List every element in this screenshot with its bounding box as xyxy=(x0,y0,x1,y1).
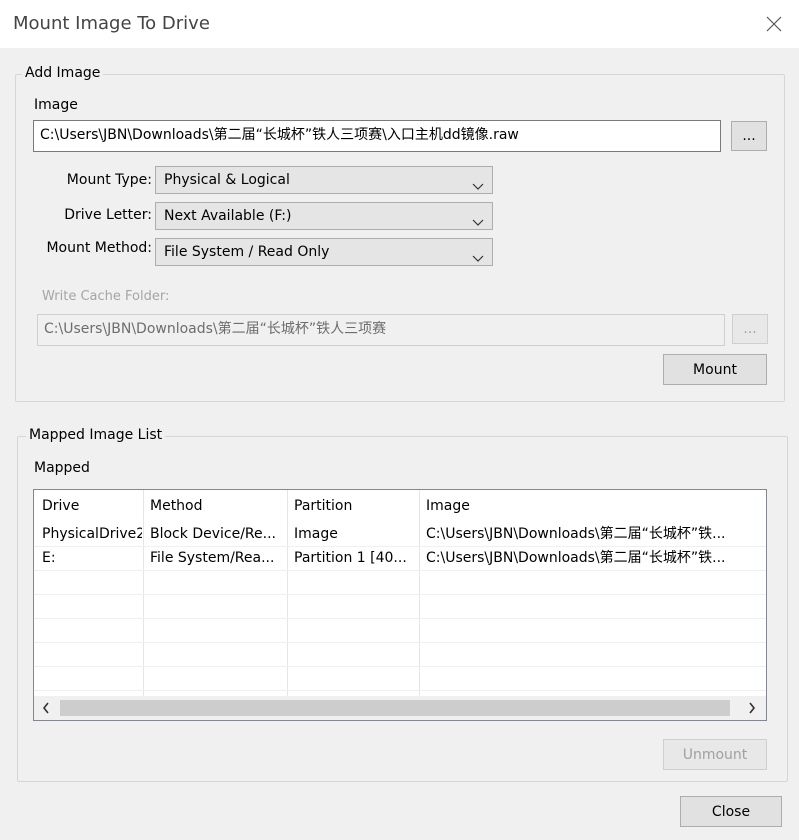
cell-method: Block Device/Re... xyxy=(150,526,276,542)
mount-type-label: Mount Type: xyxy=(66,172,152,188)
window-title: Mount Image To Drive xyxy=(13,13,210,34)
horizontal-scrollbar[interactable] xyxy=(34,696,766,720)
mount-button[interactable]: Mount xyxy=(663,354,767,385)
window-close-icon[interactable] xyxy=(763,13,785,35)
table-row[interactable]: PhysicalDrive2 Block Device/Re... Image … xyxy=(34,522,766,547)
unmount-button[interactable]: Unmount xyxy=(663,739,767,770)
image-label: Image xyxy=(34,97,78,113)
mount-type-select[interactable]: Physical & Logical xyxy=(155,166,493,194)
image-browse-button[interactable]: ... xyxy=(731,121,767,151)
write-cache-label: Write Cache Folder: xyxy=(42,289,170,304)
chevron-down-icon xyxy=(472,211,484,237)
add-image-group-label: Add Image xyxy=(22,65,104,81)
cell-partition: Partition 1 [40... xyxy=(294,550,407,566)
scroll-right-icon[interactable] xyxy=(748,702,756,718)
column-header-partition[interactable]: Partition xyxy=(286,494,418,518)
mount-method-value: File System / Read Only xyxy=(164,244,330,260)
empty-row xyxy=(34,594,766,619)
cell-drive: E: xyxy=(42,550,56,566)
mapped-group-label: Mapped Image List xyxy=(26,427,166,443)
mapped-list-view[interactable]: Drive Method Partition Image PhysicalDri… xyxy=(33,489,767,721)
column-header-image[interactable]: Image xyxy=(418,494,766,518)
cell-image: C:\Users\JBN\Downloads\第二届“长城杯”铁... xyxy=(426,550,726,566)
chevron-down-icon xyxy=(472,247,484,273)
mapped-label: Mapped xyxy=(34,460,90,476)
chevron-down-icon xyxy=(472,175,484,201)
table-row[interactable]: E: File System/Rea... Partition 1 [40...… xyxy=(34,546,766,571)
title-bar: Mount Image To Drive xyxy=(0,0,799,48)
empty-row xyxy=(34,570,766,595)
write-cache-path-input[interactable]: C:\Users\JBN\Downloads\第二届“长城杯”铁人三项赛 xyxy=(37,314,725,346)
mount-method-label: Mount Method: xyxy=(46,240,152,256)
scroll-left-icon[interactable] xyxy=(42,702,50,718)
empty-row xyxy=(34,666,766,691)
cell-method: File System/Rea... xyxy=(150,550,275,566)
scrollbar-thumb[interactable] xyxy=(60,700,730,716)
close-button[interactable]: Close xyxy=(680,796,782,827)
cell-image: C:\Users\JBN\Downloads\第二届“长城杯”铁... xyxy=(426,526,726,542)
mount-method-select[interactable]: File System / Read Only xyxy=(155,238,493,266)
list-header: Drive Method Partition Image xyxy=(34,494,766,518)
cell-drive: PhysicalDrive2 xyxy=(42,526,142,542)
write-cache-browse-button[interactable]: ... xyxy=(732,314,768,344)
empty-row xyxy=(34,618,766,643)
drive-letter-select[interactable]: Next Available (F:) xyxy=(155,202,493,230)
empty-row xyxy=(34,642,766,667)
cell-partition: Image xyxy=(294,526,338,542)
column-header-drive[interactable]: Drive xyxy=(34,494,142,518)
image-path-input[interactable]: C:\Users\JBN\Downloads\第二届“长城杯”铁人三项赛\入口主… xyxy=(33,120,721,152)
drive-letter-label: Drive Letter: xyxy=(64,207,152,223)
column-header-method[interactable]: Method xyxy=(142,494,286,518)
drive-letter-value: Next Available (F:) xyxy=(164,208,292,224)
mount-type-value: Physical & Logical xyxy=(164,172,290,188)
